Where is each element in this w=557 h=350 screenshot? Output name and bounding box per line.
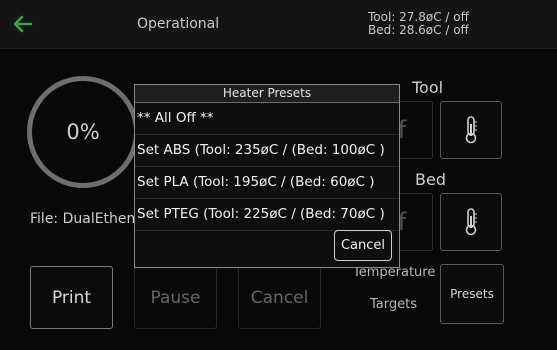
progress-percent: 0% bbox=[66, 120, 100, 144]
dialog-cancel-button[interactable]: Cancel bbox=[334, 230, 392, 261]
temperature-readout: Tool: 27.8øC / off Bed: 28.6øC / off bbox=[368, 11, 469, 37]
presets-button[interactable]: Presets bbox=[440, 264, 504, 324]
bed-section-title: Bed bbox=[415, 170, 446, 189]
targets-label: Targets bbox=[370, 297, 417, 312]
tool-temperature-button[interactable] bbox=[440, 101, 502, 159]
thermometer-icon bbox=[465, 116, 477, 144]
back-arrow-icon[interactable] bbox=[12, 13, 34, 35]
file-name: File: DualEthem bbox=[30, 211, 135, 227]
tool-section-title: Tool bbox=[412, 78, 444, 97]
bed-temp-readout: Bed: 28.6øC / off bbox=[368, 23, 469, 37]
pause-button[interactable]: Pause bbox=[134, 266, 217, 329]
bed-temperature-button[interactable] bbox=[440, 193, 502, 251]
preset-pla[interactable]: Set PLA (Tool: 195øC / (Bed: 60øC ) bbox=[135, 167, 399, 199]
thermometer-icon bbox=[465, 208, 477, 236]
preset-all-off[interactable]: ** All Off ** bbox=[135, 103, 399, 135]
heater-presets-dialog: Heater Presets ** All Off ** Set ABS (To… bbox=[134, 84, 400, 268]
preset-pteg[interactable]: Set PTEG (Tool: 225øC / (Bed: 70øC ) bbox=[135, 199, 399, 231]
preset-abs[interactable]: Set ABS (Tool: 235øC / (Bed: 100øC ) bbox=[135, 135, 399, 167]
dialog-title: Heater Presets bbox=[135, 85, 399, 103]
printer-status: Operational bbox=[137, 16, 220, 32]
cancel-print-button[interactable]: Cancel bbox=[238, 266, 321, 329]
top-bar: Operational Tool: 27.8øC / off Bed: 28.6… bbox=[0, 0, 557, 49]
print-button[interactable]: Print bbox=[30, 266, 113, 329]
